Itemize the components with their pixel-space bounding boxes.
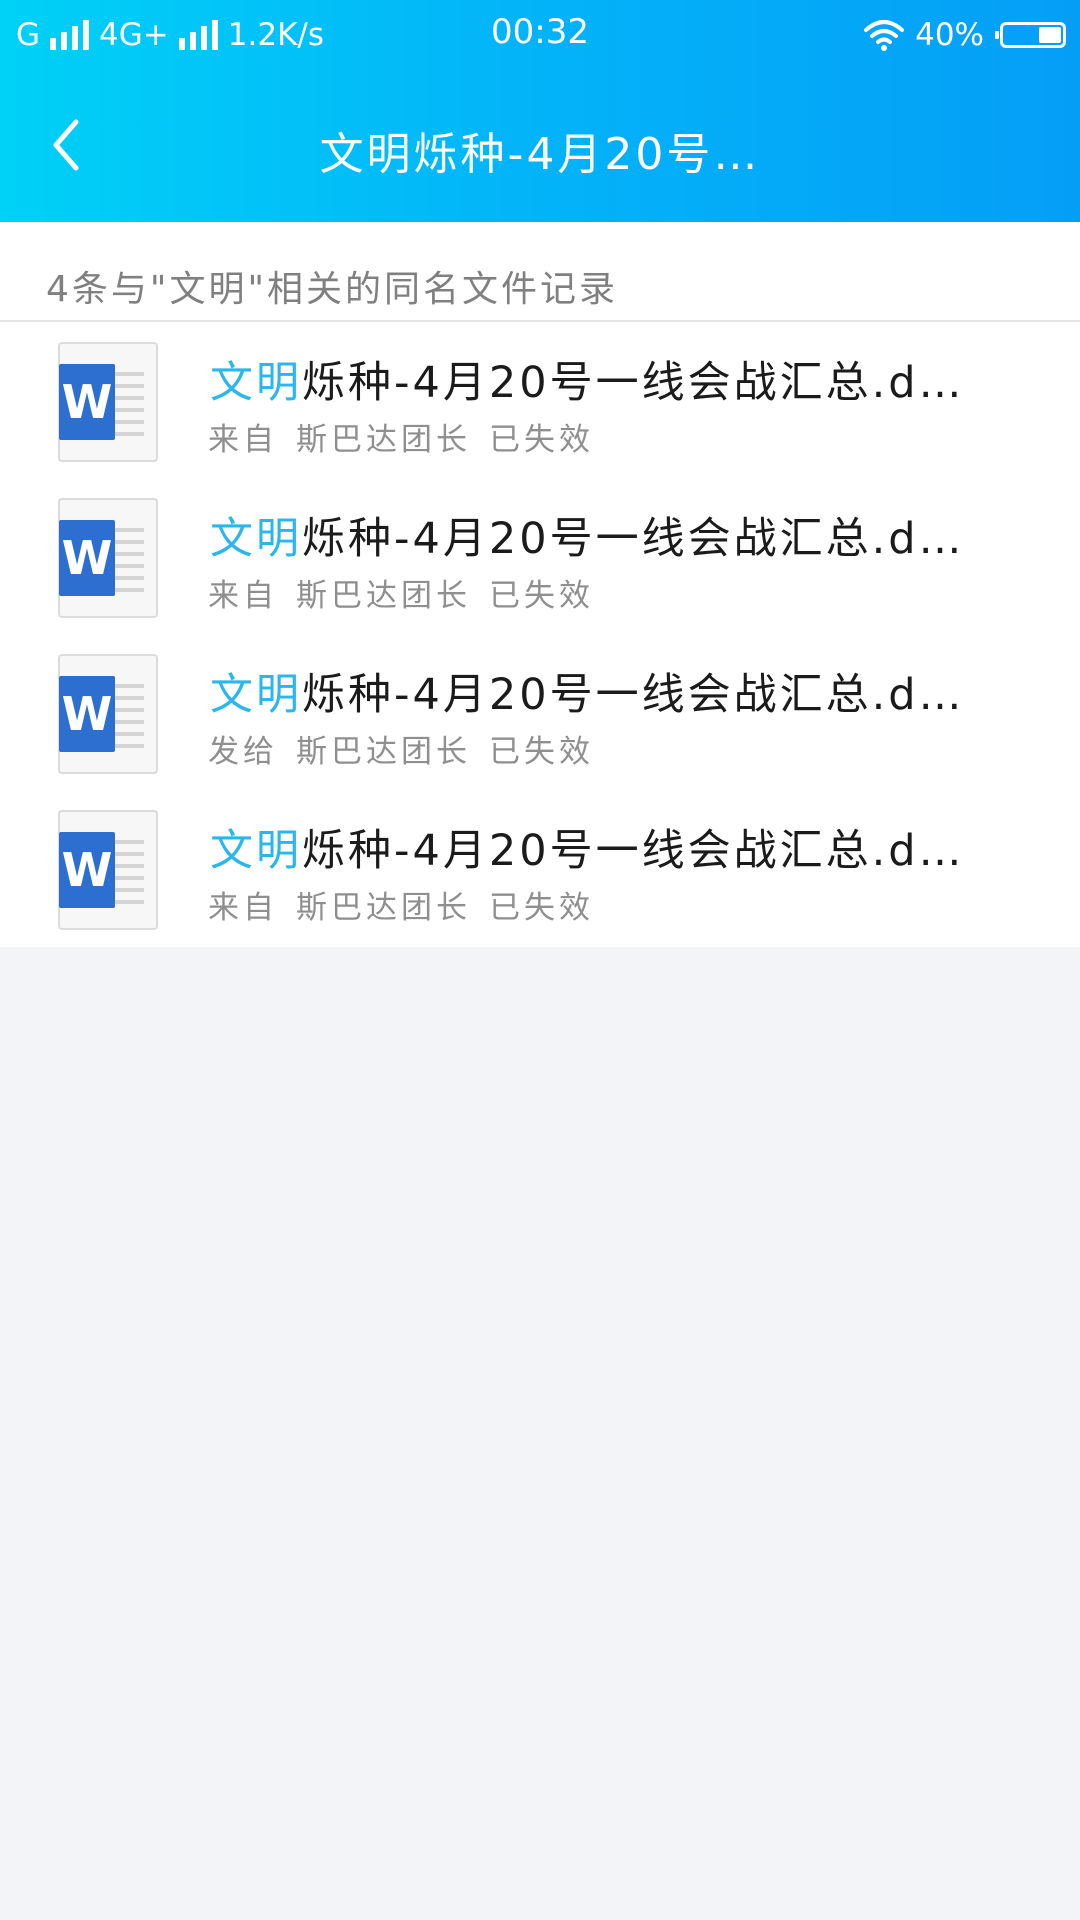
file-list-item[interactable]: W 文明烁种-4月20号一线会战汇总.d… 来自 斯巴达团长 已失效 <box>0 478 1080 634</box>
results-summary: 4条与"文明"相关的同名文件记录 <box>0 222 1080 322</box>
file-status: 已失效 <box>489 422 594 458</box>
file-name: 文明烁种-4月20号一线会战汇总.d… <box>210 816 1010 878</box>
results-panel: 4条与"文明"相关的同名文件记录 W 文明烁种-4月20号一线会战汇总.d… 来… <box>0 222 1080 947</box>
file-name-rest: 烁种-4月20号一线会战汇总.d… <box>302 826 965 876</box>
file-sender: 斯巴达团长 <box>296 890 471 926</box>
file-list-item[interactable]: W 文明烁种-4月20号一线会战汇总.d… 来自 斯巴达团长 已失效 <box>0 790 1080 946</box>
nav-bar: 文明烁种-4月20号… <box>0 80 1080 210</box>
battery-percent: 40% <box>915 17 984 53</box>
word-document-icon: W <box>58 810 158 930</box>
file-meta: 来自 斯巴达团长 已失效 <box>208 882 612 927</box>
status-bar: G 4G+ 1.2K/s 00:32 40% <box>0 0 1080 70</box>
word-document-icon: W <box>58 654 158 774</box>
back-button[interactable] <box>40 110 96 180</box>
header: G 4G+ 1.2K/s 00:32 40% 文明烁种-4月20号… <box>0 0 1080 222</box>
file-name-rest: 烁种-4月20号一线会战汇总.d… <box>302 358 965 408</box>
file-name-highlight: 文明 <box>210 358 302 408</box>
file-list: W 文明烁种-4月20号一线会战汇总.d… 来自 斯巴达团长 已失效 W 文明烁种-… <box>0 322 1080 946</box>
status-right: 40% <box>863 14 1066 56</box>
file-sender: 斯巴达团长 <box>296 422 471 458</box>
file-name-rest: 烁种-4月20号一线会战汇总.d… <box>302 670 965 720</box>
file-name-highlight: 文明 <box>210 670 302 720</box>
file-direction: 来自 <box>208 890 278 926</box>
word-document-icon: W <box>58 498 158 618</box>
file-status: 已失效 <box>489 578 594 614</box>
file-direction: 来自 <box>208 578 278 614</box>
file-sender: 斯巴达团长 <box>296 578 471 614</box>
file-status: 已失效 <box>489 734 594 770</box>
file-name: 文明烁种-4月20号一线会战汇总.d… <box>210 348 1010 410</box>
file-sender: 斯巴达团长 <box>296 734 471 770</box>
wifi-icon <box>864 20 905 51</box>
file-direction: 来自 <box>208 422 278 458</box>
page-title: 文明烁种-4月20号… <box>319 129 761 180</box>
file-direction: 发给 <box>208 734 278 770</box>
file-meta: 来自 斯巴达团长 已失效 <box>208 570 612 615</box>
file-meta: 来自 斯巴达团长 已失效 <box>208 414 612 459</box>
file-name-highlight: 文明 <box>210 514 302 564</box>
file-name-highlight: 文明 <box>210 826 302 876</box>
file-name: 文明烁种-4月20号一线会战汇总.d… <box>210 504 1010 566</box>
file-name: 文明烁种-4月20号一线会战汇总.d… <box>210 660 1010 722</box>
chevron-left-icon <box>53 119 79 171</box>
file-name-rest: 烁种-4月20号一线会战汇总.d… <box>302 514 965 564</box>
file-status: 已失效 <box>489 890 594 926</box>
file-list-item[interactable]: W 文明烁种-4月20号一线会战汇总.d… 发给 斯巴达团长 已失效 <box>0 634 1080 790</box>
word-document-icon: W <box>58 342 158 462</box>
file-list-item[interactable]: W 文明烁种-4月20号一线会战汇总.d… 来自 斯巴达团长 已失效 <box>0 322 1080 478</box>
battery-icon <box>995 22 1066 48</box>
file-meta: 发给 斯巴达团长 已失效 <box>208 726 612 771</box>
